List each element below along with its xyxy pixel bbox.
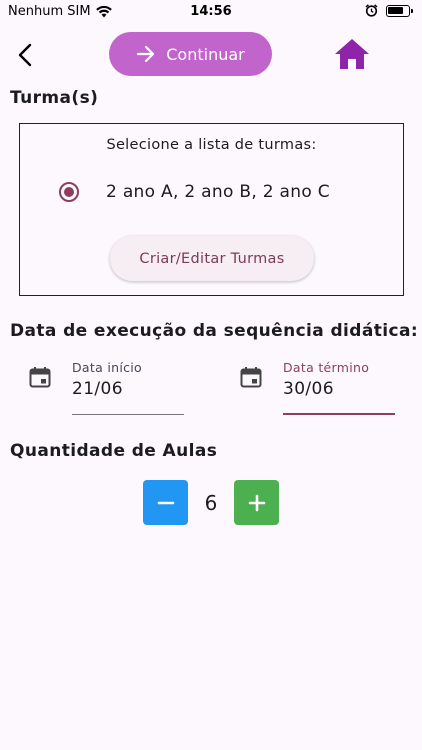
turmas-title: Turma(s): [10, 88, 99, 108]
home-icon: [335, 39, 369, 69]
back-arrow-icon: [18, 43, 32, 67]
end-date-underline: [283, 413, 395, 415]
status-bar: Nenhum SIM 14:56: [0, 0, 422, 24]
decrement-button[interactable]: [143, 480, 188, 525]
continue-button[interactable]: Continuar: [109, 32, 272, 76]
turmas-card: Selecione a lista de turmas: 2 ano A, 2 …: [19, 123, 404, 296]
start-date-field[interactable]: Data início 21/06: [29, 358, 189, 416]
back-button[interactable]: [10, 40, 40, 70]
lessons-title: Quantidade de Aulas: [10, 441, 218, 461]
calendar-icon: [240, 367, 262, 388]
radio-selected-dot: [64, 187, 74, 197]
screen: Nenhum SIM 14:56 Continuar Turma(s) Sele…: [0, 0, 422, 750]
end-date-label: Data término: [283, 360, 370, 375]
status-right: [365, 4, 413, 17]
turma-option[interactable]: 2 ano A, 2 ano B, 2 ano C: [59, 182, 330, 202]
edit-turmas-button[interactable]: Criar/Editar Turmas: [110, 236, 314, 281]
turmas-prompt: Selecione a lista de turmas:: [106, 137, 317, 153]
alarm-icon: [365, 4, 378, 17]
arrow-right-icon: [137, 45, 155, 63]
start-date-label: Data início: [72, 360, 142, 375]
plus-icon: [248, 494, 265, 511]
calendar-icon: [29, 367, 51, 388]
continue-label: Continuar: [166, 44, 245, 64]
clock: 14:56: [190, 4, 232, 19]
turma-option-label: 2 ano A, 2 ano B, 2 ano C: [106, 182, 330, 202]
end-date-field[interactable]: Data término 30/06: [240, 358, 400, 416]
end-date-value[interactable]: 30/06: [283, 379, 334, 399]
increment-button[interactable]: [234, 480, 279, 525]
lessons-count: 6: [204, 490, 218, 515]
start-date-underline: [72, 414, 184, 415]
minus-icon: [157, 501, 174, 504]
lessons-stepper: 6: [143, 480, 279, 525]
home-button[interactable]: [332, 35, 372, 73]
start-date-value[interactable]: 21/06: [72, 379, 123, 399]
battery-icon: [386, 4, 413, 17]
radio-button[interactable]: [59, 182, 79, 202]
execution-title: Data de execução da sequência didática:: [10, 321, 419, 341]
